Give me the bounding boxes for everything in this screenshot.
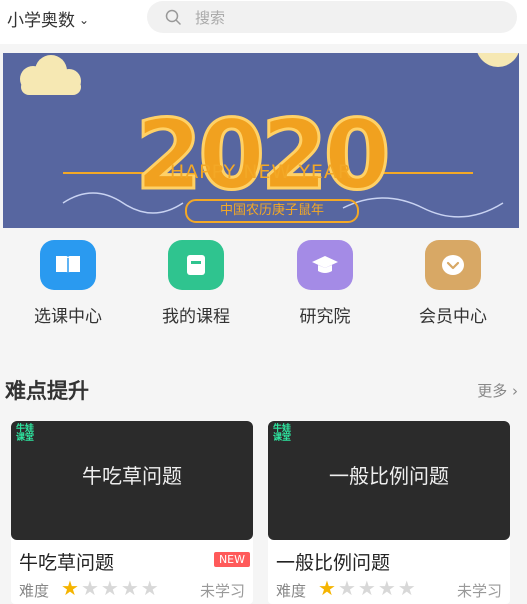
subject-label: 小学奥数 bbox=[7, 11, 75, 31]
brand-logo: 牛娃课堂 bbox=[273, 424, 292, 443]
graduation-cap-icon bbox=[297, 240, 353, 290]
shortcut-institute[interactable]: 研究院 bbox=[275, 240, 375, 327]
star-icon: ★ bbox=[120, 576, 141, 600]
more-link[interactable]: 更多 › bbox=[477, 380, 518, 401]
banner-greeting: HAPPY NEW YEAR bbox=[169, 161, 353, 183]
shortcut-label: 会员中心 bbox=[419, 307, 487, 327]
course-card[interactable]: 牛娃课堂 牛吃草问题 牛吃草问题 NEW 难度 ★★★★★ 未学习 bbox=[11, 421, 253, 604]
star-icon: ★ bbox=[100, 576, 121, 600]
difficulty-stars: ★★★★★ bbox=[61, 576, 161, 600]
thumbnail-title: 一般比例问题 bbox=[329, 464, 449, 488]
search-input[interactable]: 搜索 bbox=[147, 1, 517, 33]
subject-selector[interactable]: 小学奥数 ⌄ bbox=[7, 6, 89, 31]
section-title: 难点提升 bbox=[5, 379, 89, 403]
course-title: 牛吃草问题 bbox=[19, 552, 115, 574]
course-card[interactable]: 牛娃课堂 一般比例问题 一般比例问题 难度 ★★★★★ 未学习 bbox=[268, 421, 510, 604]
shortcut-membership[interactable]: 会员中心 bbox=[403, 240, 503, 327]
course-title: 一般比例问题 bbox=[276, 552, 391, 574]
search-icon bbox=[165, 9, 181, 25]
star-icon: ★ bbox=[357, 576, 378, 600]
thumbnail-title: 牛吃草问题 bbox=[82, 464, 182, 488]
star-icon: ★ bbox=[61, 576, 81, 600]
shortcut-label: 研究院 bbox=[299, 307, 351, 327]
star-icon: ★ bbox=[377, 576, 398, 600]
banner-lunar-year: 中国农历庚子鼠年 bbox=[185, 199, 359, 223]
difficulty-stars: ★★★★★ bbox=[318, 576, 418, 600]
new-badge: NEW bbox=[213, 552, 250, 567]
book-icon bbox=[40, 240, 96, 290]
promo-banner[interactable]: 2020 HAPPY NEW YEAR 中国农历庚子鼠年 bbox=[3, 53, 519, 228]
course-thumbnail: 牛娃课堂 牛吃草问题 bbox=[11, 421, 253, 540]
study-status: 未学习 bbox=[199, 582, 245, 600]
course-thumbnail: 牛娃课堂 一般比例问题 bbox=[268, 421, 510, 540]
shortcut-label: 选课中心 bbox=[34, 307, 102, 327]
shortcut-course-center[interactable]: 选课中心 bbox=[18, 240, 118, 327]
diamond-icon bbox=[425, 240, 481, 290]
notebook-icon bbox=[168, 240, 224, 290]
star-icon: ★ bbox=[337, 576, 358, 600]
study-status: 未学习 bbox=[456, 582, 502, 600]
star-icon: ★ bbox=[397, 576, 418, 600]
banner-year: 2020 bbox=[134, 98, 392, 213]
brand-logo: 牛娃课堂 bbox=[16, 424, 35, 443]
shortcut-label: 我的课程 bbox=[162, 307, 230, 327]
top-bar: 小学奥数 ⌄ 搜索 bbox=[0, 0, 527, 44]
shortcut-grid: 选课中心 我的课程 研究院 会员中心 bbox=[0, 240, 527, 330]
difficulty-label: 难度 bbox=[19, 582, 50, 600]
shortcut-my-courses[interactable]: 我的课程 bbox=[146, 240, 246, 327]
search-placeholder: 搜索 bbox=[195, 8, 226, 27]
star-icon: ★ bbox=[318, 576, 338, 600]
difficulty-label: 难度 bbox=[276, 582, 307, 600]
star-icon: ★ bbox=[140, 576, 161, 600]
star-icon: ★ bbox=[80, 576, 101, 600]
chevron-down-icon: ⌄ bbox=[79, 12, 90, 27]
